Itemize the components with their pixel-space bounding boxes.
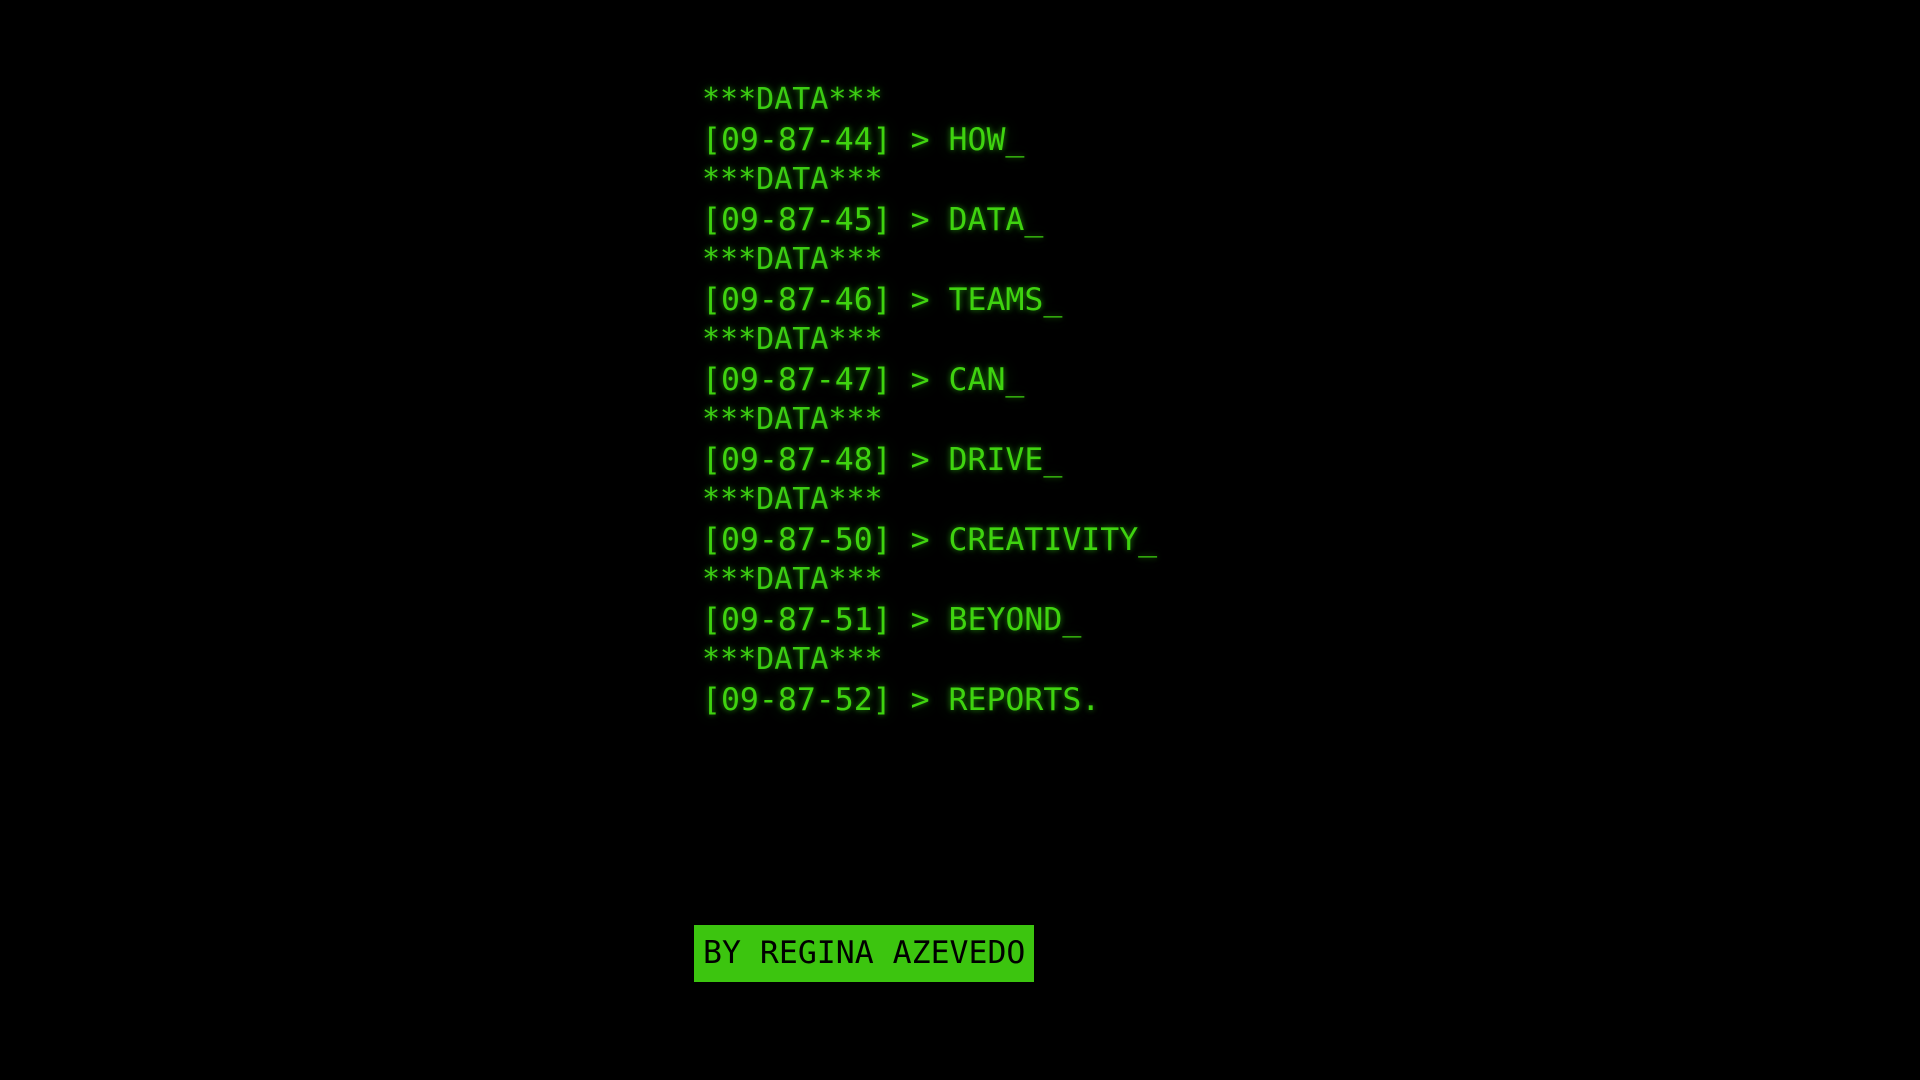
- data-separator-line: ***DATA***: [702, 82, 883, 117]
- terminal-log-line: [09-87-45] > DATA_: [702, 202, 1044, 238]
- data-separator-line: ***DATA***: [702, 642, 883, 677]
- terminal-log-line: [09-87-47] > CAN_: [702, 362, 1025, 398]
- terminal-screen: ***DATA*** [09-87-44] > HOW_ ***DATA*** …: [0, 0, 1920, 1080]
- author-credit-badge: BY REGINA AZEVEDO: [694, 925, 1035, 982]
- credit-container: BY REGINA AZEVEDO: [694, 925, 1035, 982]
- terminal-log-line: [09-87-48] > DRIVE_: [702, 442, 1063, 478]
- terminal-output: ***DATA*** [09-87-44] > HOW_ ***DATA*** …: [702, 80, 1882, 720]
- data-separator-line: ***DATA***: [702, 562, 883, 597]
- data-separator-line: ***DATA***: [702, 322, 883, 357]
- terminal-log-line: [09-87-51] > BEYOND_: [702, 602, 1082, 638]
- terminal-log-line: [09-87-52] > REPORTS.: [702, 682, 1101, 718]
- terminal-log-line: [09-87-44] > HOW_: [702, 122, 1025, 158]
- data-separator-line: ***DATA***: [702, 242, 883, 277]
- data-separator-line: ***DATA***: [702, 482, 883, 517]
- data-separator-line: ***DATA***: [702, 402, 883, 437]
- terminal-log-line: [09-87-46] > TEAMS_: [702, 282, 1063, 318]
- data-separator-line: ***DATA***: [702, 162, 883, 197]
- terminal-log-line: [09-87-50] > CREATIVITY_: [702, 522, 1158, 558]
